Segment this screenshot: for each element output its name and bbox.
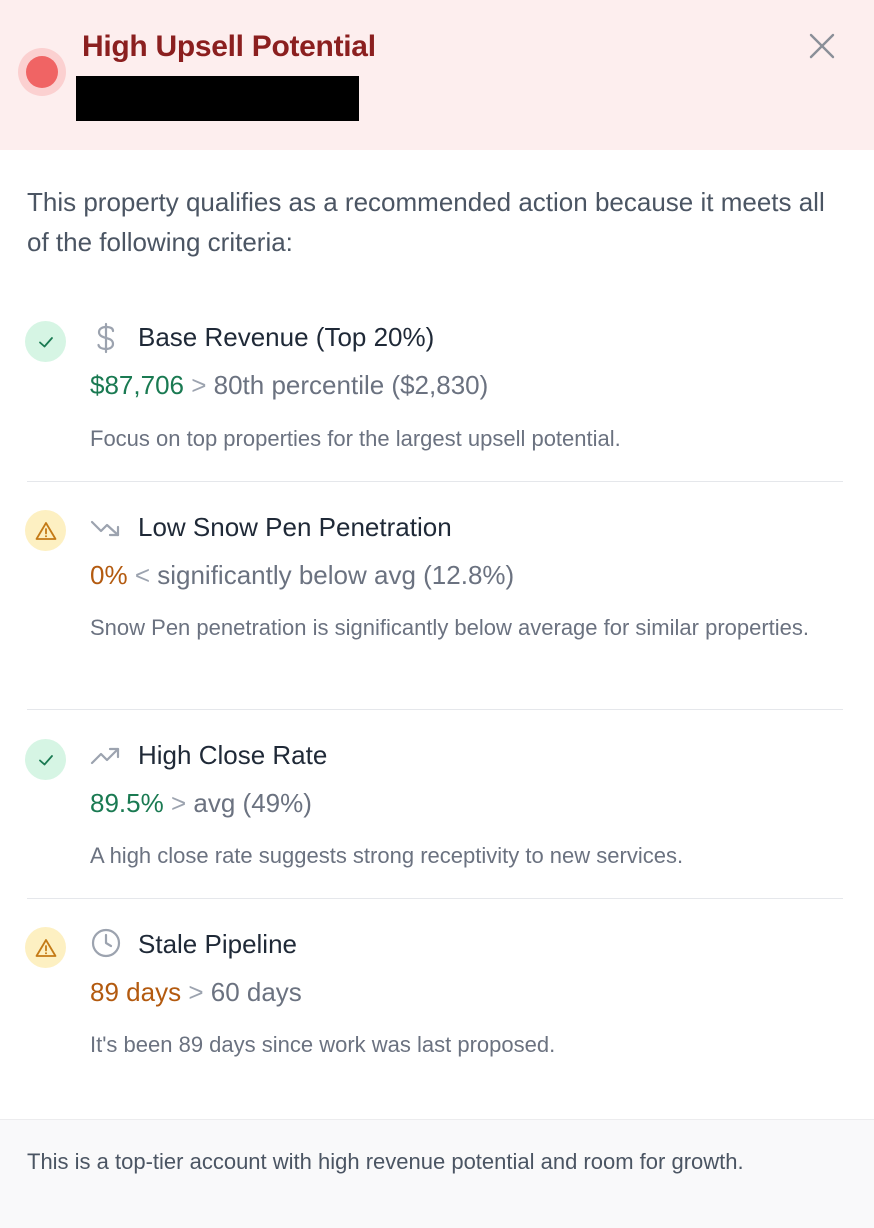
- criterion-title: Base Revenue (Top 20%): [138, 322, 435, 352]
- divider: [27, 898, 843, 899]
- trending-up-icon: [90, 740, 122, 772]
- divider: [27, 481, 843, 482]
- check-badge: [25, 739, 66, 780]
- metric-reference: avg (49%): [193, 788, 312, 818]
- metric-value: 89.5%: [90, 788, 164, 818]
- redacted-subtitle: [76, 76, 359, 121]
- warning-badge: [25, 927, 66, 968]
- dollar-icon: [90, 322, 122, 354]
- criterion-metric: $87,706 > 80th percentile ($2,830): [90, 370, 488, 401]
- panel-title: High Upsell Potential: [82, 30, 376, 63]
- criterion-title: Low Snow Pen Penetration: [138, 512, 452, 542]
- check-badge: [25, 321, 66, 362]
- panel-footer: This is a top-tier account with high rev…: [0, 1119, 874, 1228]
- criterion-description: Focus on top properties for the largest …: [90, 426, 621, 451]
- footer-summary: This is a top-tier account with high rev…: [27, 1149, 744, 1174]
- close-icon: [809, 33, 835, 59]
- panel-header: High Upsell Potential: [0, 0, 874, 150]
- check-icon: [38, 336, 53, 347]
- metric-reference: significantly below avg (12.8%): [157, 560, 515, 590]
- metric-comparator: >: [170, 788, 187, 818]
- close-button[interactable]: [800, 24, 844, 68]
- trending-down-icon: [90, 512, 122, 544]
- criterion-title: High Close Rate: [138, 740, 328, 770]
- criterion-description: A high close rate suggests strong recept…: [90, 843, 684, 868]
- criterion-description: It's been 89 days since work was last pr…: [90, 1032, 556, 1057]
- metric-value: $87,706: [90, 370, 184, 400]
- criterion-metric: 0% < significantly below avg (12.8%): [90, 560, 514, 591]
- metric-comparator: >: [191, 370, 207, 400]
- intro-text: This property qualifies as a recommended…: [27, 187, 825, 257]
- warning-icon: [35, 521, 56, 540]
- criterion-metric: 89.5% > avg (49%): [90, 788, 312, 819]
- metric-reference: 60 days: [210, 977, 302, 1007]
- metric-value: 89 days: [90, 977, 182, 1007]
- check-icon: [38, 754, 53, 765]
- metric-comparator: <: [134, 560, 150, 590]
- clock-icon: [90, 927, 122, 959]
- divider: [27, 709, 843, 710]
- metric-value: 0%: [90, 560, 128, 590]
- criterion-metric: 89 days > 60 days: [90, 977, 302, 1008]
- warning-icon: [35, 938, 56, 957]
- metric-reference: 80th percentile ($2,830): [213, 370, 489, 400]
- criterion-title: Stale Pipeline: [138, 929, 297, 959]
- warning-badge: [25, 510, 66, 551]
- status-dot: [26, 56, 58, 88]
- status-indicator: [18, 48, 66, 96]
- metric-comparator: >: [188, 977, 204, 1007]
- criterion-description: Snow Pen penetration is significantly be…: [90, 615, 810, 640]
